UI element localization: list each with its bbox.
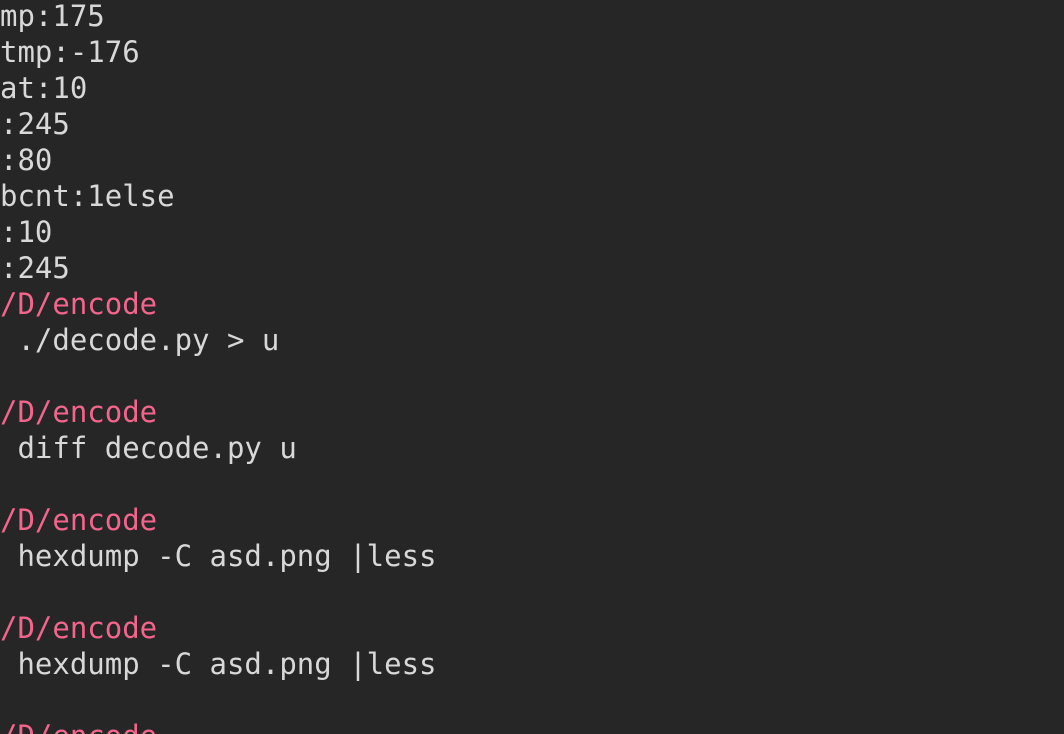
terminal-window[interactable]: mp:175 tmp:-176 at:10 :245 :80 bcnt:1els…	[0, 0, 1064, 734]
command-line: hexdump -C asd.png |less	[0, 539, 437, 573]
output-line: :10	[0, 215, 53, 249]
command-line: hexdump -C asd.png |less	[0, 647, 437, 681]
output-line: :80	[0, 143, 53, 177]
prompt-path: /D/encode	[0, 718, 157, 734]
output-line: bcnt:1else	[0, 179, 175, 213]
prompt-path: /D/encode	[0, 395, 158, 429]
output-line: :245	[0, 107, 70, 141]
prompt-path: /D/encode	[0, 503, 158, 537]
command-line: ./decode.py > u	[0, 323, 280, 357]
command-line: diff decode.py u	[0, 431, 297, 465]
output-line: tmp:-176	[0, 35, 140, 69]
output-line: at:10	[0, 71, 88, 105]
output-line: :245	[0, 251, 70, 285]
output-line: mp:175	[0, 0, 105, 33]
prompt-path: /D/encode	[0, 287, 158, 321]
prompt-path: /D/encode	[0, 611, 158, 645]
